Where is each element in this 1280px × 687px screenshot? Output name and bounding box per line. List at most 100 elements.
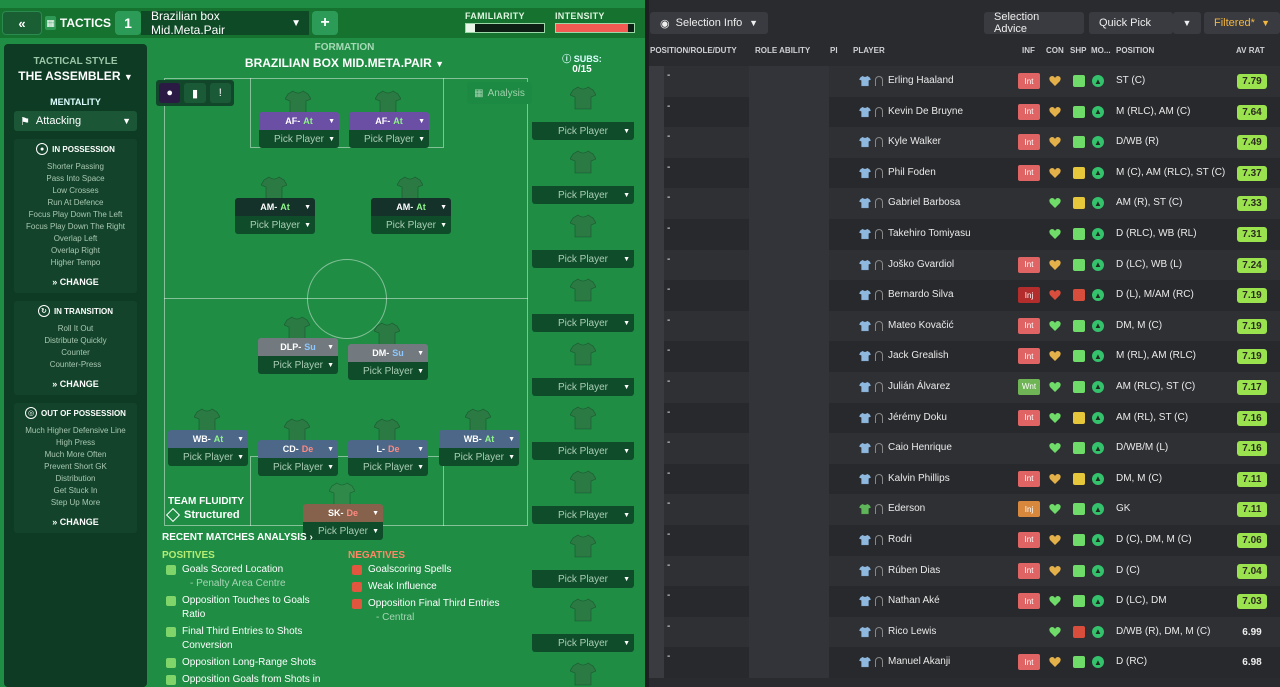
stats-view-button[interactable]: ▮ <box>184 83 206 103</box>
position-slot-cell[interactable]: - <box>667 345 670 356</box>
player-name[interactable]: Kalvin Phillips <box>888 473 950 484</box>
pick-player-dropdown[interactable]: Pick Player ▼ <box>532 122 634 140</box>
table-row[interactable]: - Gabriel Barbosa ▲ AM (R), ST (C) 7.33 <box>649 188 1280 219</box>
pick-player-dropdown[interactable]: Pick Player ▼ <box>532 442 634 460</box>
col-mo[interactable]: MO... <box>1091 46 1111 55</box>
out-of-possession-change-button[interactable]: » CHANGE <box>16 517 135 527</box>
player-name[interactable]: Rodri <box>888 534 912 545</box>
col-av-rat[interactable]: AV RAT <box>1236 46 1265 55</box>
formation-dropdown[interactable]: BRAZILIAN BOX MID.META.PAIR ▼ <box>152 56 537 70</box>
col-pi[interactable]: PI <box>830 46 838 55</box>
table-row[interactable]: - Joško Gvardiol Int ▲ D (LC), WB (L) 7.24 <box>649 249 1280 281</box>
pick-player-dropdown[interactable]: Pick Player ▼ <box>532 570 634 588</box>
position-slot-cell[interactable]: - <box>667 70 670 81</box>
team-fluidity-value-wrap[interactable]: Structured <box>165 507 288 523</box>
table-row[interactable]: - Kalvin Phillips Int ▲ DM, M (C) 7.11 <box>649 463 1280 495</box>
selection-info-dropdown[interactable]: ◉ Selection Info ▼ <box>650 12 768 34</box>
analysis-button[interactable]: ▦ Analysis <box>467 82 532 104</box>
table-row[interactable]: - Caio Henrique ▲ D/WB/M (L) 7.16 <box>649 433 1280 464</box>
position-slot-cell[interactable]: - <box>667 437 670 448</box>
player-name[interactable]: Phil Foden <box>888 167 936 178</box>
player-name[interactable]: Erling Haaland <box>888 75 954 86</box>
pick-player-dropdown[interactable]: Pick Player ▼ <box>532 250 634 268</box>
table-row[interactable]: - Phil Foden Int ▲ M (C), AM (RLC), ST (C) 7.… <box>649 157 1280 189</box>
position-slot-cell[interactable]: - <box>667 468 670 479</box>
in-transition-change-button[interactable]: » CHANGE <box>16 379 135 389</box>
pick-player-dropdown[interactable]: Pick Player ▼ <box>371 216 451 234</box>
position-slot-cell[interactable]: - <box>667 651 670 662</box>
col-player[interactable]: PLAYER <box>853 46 885 55</box>
col-shp[interactable]: SHP <box>1070 46 1086 55</box>
position-slot-cell[interactable]: - <box>667 131 670 142</box>
selection-advice-button[interactable]: Selection Advice <box>984 11 1084 35</box>
table-row[interactable]: - Erling Haaland Int ▲ ST (C) 7.79 <box>649 66 1280 97</box>
player-view-button[interactable]: ● <box>159 83 181 103</box>
pick-player-dropdown[interactable]: Pick Player ▼ <box>532 378 634 396</box>
position-slot-cell[interactable]: - <box>667 621 670 632</box>
player-name[interactable]: Mateo Kovačić <box>888 320 954 331</box>
player-name[interactable]: Joško Gvardiol <box>888 259 954 270</box>
role-badge[interactable]: WB - At ▼ <box>168 430 248 448</box>
player-name[interactable]: Nathan Aké <box>888 595 940 606</box>
position-slot-cell[interactable]: - <box>667 254 670 265</box>
in-possession-change-button[interactable]: » CHANGE <box>16 277 135 287</box>
role-badge[interactable]: DM - Su ▼ <box>348 344 428 362</box>
position-slot-cell[interactable]: - <box>667 560 670 571</box>
info-view-button[interactable]: ! <box>209 83 231 103</box>
table-row[interactable]: - Bernardo Silva Inj ▲ D (L), M/AM (RC) 7.19 <box>649 280 1280 311</box>
position-slot-cell[interactable]: - <box>667 162 670 173</box>
player-name[interactable]: Ederson <box>888 503 925 514</box>
tactic-slot-number[interactable]: 1 <box>115 11 141 35</box>
filter-dropdown[interactable]: Filtered* ▼ <box>1204 12 1280 34</box>
back-button[interactable]: « <box>2 11 42 35</box>
player-name[interactable]: Takehiro Tomiyasu <box>888 228 971 239</box>
position-slot-cell[interactable]: - <box>667 498 670 509</box>
table-row[interactable]: - Julián Álvarez Wnt ▲ AM (RLC), ST (C) 7.17 <box>649 371 1280 403</box>
position-slot-cell[interactable]: - <box>667 529 670 540</box>
pick-player-dropdown[interactable]: Pick Player ▼ <box>532 506 634 524</box>
position-slot-cell[interactable]: - <box>667 315 670 326</box>
tactical-style-dropdown[interactable]: THE ASSEMBLER ▼ <box>4 69 147 83</box>
tactics-tab[interactable]: ▦ TACTICS <box>45 11 111 35</box>
player-name[interactable]: Manuel Akanji <box>888 656 950 667</box>
mentality-dropdown[interactable]: ⚑ Attacking ▼ <box>14 111 137 131</box>
player-name[interactable]: Bernardo Silva <box>888 289 954 300</box>
position-slot-cell[interactable]: - <box>667 223 670 234</box>
col-con[interactable]: CON <box>1046 46 1064 55</box>
pick-player-dropdown[interactable]: Pick Player ▼ <box>532 634 634 652</box>
table-row[interactable]: - Rodri Int ▲ D (C), DM, M (C) 7.06 <box>649 524 1280 556</box>
quick-pick-button[interactable]: Quick Pick <box>1089 12 1173 34</box>
table-row[interactable]: - Nathan Aké Int ▲ D (LC), DM 7.03 <box>649 586 1280 617</box>
role-badge[interactable]: AM - At ▼ <box>235 198 315 216</box>
pick-player-dropdown[interactable]: Pick Player ▼ <box>168 448 248 466</box>
player-name[interactable]: Kevin De Bruyne <box>888 106 963 117</box>
player-name[interactable]: Rico Lewis <box>888 626 936 637</box>
table-row[interactable]: - Rico Lewis ▲ D/WB (R), DM, M (C) 6.99 <box>649 616 1280 648</box>
position-slot-cell[interactable]: - <box>667 101 670 112</box>
role-badge[interactable]: SK - De ▼ <box>303 504 383 522</box>
role-badge[interactable]: CD - De ▼ <box>258 440 338 458</box>
pick-player-dropdown[interactable]: Pick Player ▼ <box>258 458 338 476</box>
pick-player-dropdown[interactable]: Pick Player ▼ <box>532 314 634 332</box>
table-row[interactable]: - Ederson Inj ▲ GK 7.11 <box>649 494 1280 525</box>
table-row[interactable]: - Mateo Kovačić Int ▲ DM, M (C) 7.19 <box>649 310 1280 342</box>
table-row[interactable]: - Jack Grealish Int ▲ M (RL), AM (RLC) 7.19 <box>649 341 1280 372</box>
recent-matches-analysis-link[interactable]: RECENT MATCHES ANALYSIS › <box>162 532 313 543</box>
role-badge[interactable]: WB - At ▼ <box>439 430 519 448</box>
pick-player-dropdown[interactable]: Pick Player ▼ <box>348 362 428 380</box>
role-badge[interactable]: L - De ▼ <box>348 440 428 458</box>
role-badge[interactable]: AF - At ▼ <box>349 112 429 130</box>
quick-pick-dropdown[interactable]: ▼ <box>1173 12 1201 34</box>
col-inf[interactable]: INF <box>1022 46 1035 55</box>
table-row[interactable]: - Kyle Walker Int ▲ D/WB (R) 7.49 <box>649 127 1280 158</box>
player-name[interactable]: Jérémy Doku <box>888 412 947 423</box>
table-row[interactable]: - Jérémy Doku Int ▲ AM (RL), ST (C) 7.16 <box>649 402 1280 434</box>
table-row[interactable]: - Kevin De Bruyne Int ▲ M (RLC), AM (C) 7.64 <box>649 96 1280 128</box>
familiarity-meter[interactable]: FAMILIARITY <box>465 11 545 33</box>
pick-player-dropdown[interactable]: Pick Player ▼ <box>259 130 339 148</box>
position-slot-cell[interactable]: - <box>667 407 670 418</box>
player-name[interactable]: Julián Álvarez <box>888 381 950 392</box>
pick-player-dropdown[interactable]: Pick Player ▼ <box>532 186 634 204</box>
role-badge[interactable]: AF - At ▼ <box>259 112 339 130</box>
col-position[interactable]: POSITION <box>1116 46 1154 55</box>
